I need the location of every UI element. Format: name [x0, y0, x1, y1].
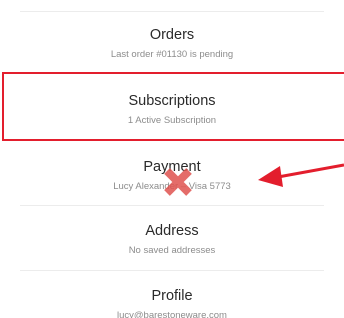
menu-item-subtitle: lucy@barestoneware.com: [117, 310, 227, 318]
divider: [20, 205, 324, 206]
highlight-box: [2, 72, 344, 141]
account-menu-screen: Orders Last order #01130 is pending Subs…: [0, 0, 344, 318]
top-divider: [20, 11, 324, 12]
menu-item-subtitle: Last order #01130 is pending: [110, 49, 234, 60]
menu-item-title: Orders: [149, 27, 195, 43]
divider: [20, 270, 324, 271]
menu-item-address[interactable]: Address No saved addresses: [20, 222, 324, 257]
menu-item-profile[interactable]: Profile lucy@barestoneware.com: [20, 287, 324, 318]
menu-item-orders[interactable]: Orders Last order #01130 is pending: [20, 26, 324, 61]
menu-item-subtitle: No saved addresses: [128, 245, 216, 256]
menu-item-title: Profile: [151, 288, 193, 304]
cross-icon: [164, 168, 192, 196]
menu-item-title: Address: [145, 223, 199, 239]
arrow-icon: [258, 163, 344, 187]
